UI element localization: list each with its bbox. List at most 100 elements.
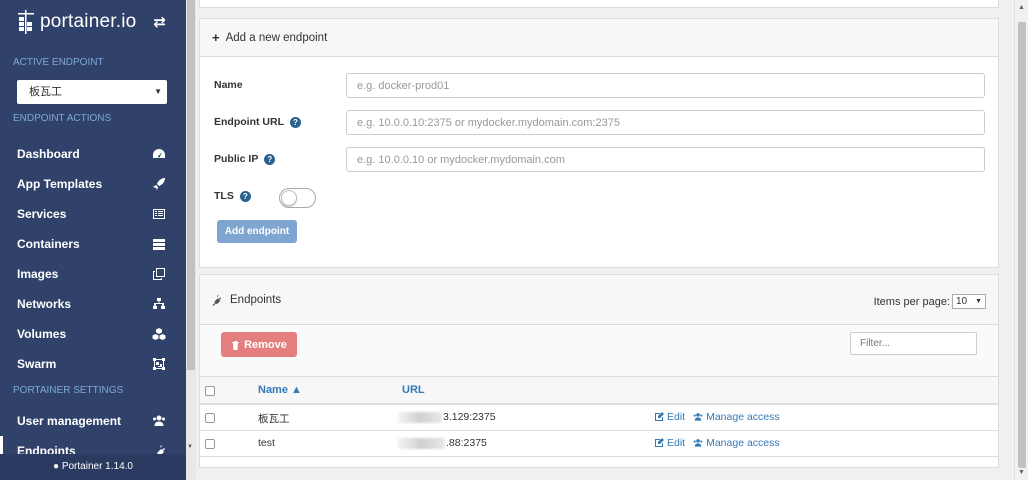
- sidebar-item-label: Volumes: [17, 327, 67, 341]
- row-checkbox[interactable]: [205, 439, 215, 449]
- scroll-down-arrow-icon[interactable]: ▼: [1018, 469, 1025, 476]
- trash-icon: [232, 340, 240, 350]
- items-per-page-select[interactable]: 10 ▼: [952, 294, 986, 309]
- sitemap-icon: [153, 298, 165, 309]
- object-group-icon: [153, 358, 165, 370]
- github-icon: ●: [53, 461, 60, 472]
- name-label: Name: [214, 79, 243, 91]
- edit-link[interactable]: Edit: [654, 437, 685, 449]
- question-circle-icon[interactable]: ?: [264, 153, 276, 165]
- manage-access-link[interactable]: Manage access: [693, 437, 780, 449]
- list-alt-icon: [153, 209, 165, 219]
- portainer-logo-icon: [18, 10, 34, 34]
- endpoint-name: test: [258, 437, 275, 449]
- plus-icon: +: [212, 30, 220, 45]
- sidebar-item-volumes[interactable]: Volumes: [0, 319, 186, 349]
- add-endpoint-button[interactable]: Add endpoint: [217, 220, 297, 243]
- redacted-blur: [398, 411, 442, 423]
- question-circle-icon[interactable]: ?: [239, 190, 251, 202]
- sidebar-item-label: Endpoints: [17, 444, 76, 454]
- add-endpoint-title: Add a new endpoint: [225, 31, 328, 44]
- sidebar-scroll-area[interactable]: portainer.io ⇄ ACTIVE ENDPOINT 板瓦工 ▼ END…: [0, 0, 186, 454]
- sidebar-item-dashboard[interactable]: Dashboard: [0, 139, 186, 169]
- endpoints-header: Endpoints Items per page: 10 ▼: [200, 275, 998, 325]
- endpoint-actions-heading: ENDPOINT ACTIONS: [13, 113, 112, 124]
- sort-asc-icon: ▲: [291, 384, 302, 396]
- active-endpoint-heading: ACTIVE ENDPOINT: [13, 57, 104, 68]
- row-actions: Edit Manage access: [654, 437, 788, 449]
- sidebar-item-label: Swarm: [17, 357, 57, 371]
- endpoints-title: Endpoints: [230, 293, 282, 306]
- endpoint-url: 3.129:2375: [398, 411, 496, 423]
- plug-icon: [212, 294, 222, 306]
- scroll-up-arrow-icon[interactable]: ▲: [1018, 4, 1025, 11]
- sidebar-item-app-templates[interactable]: App Templates: [0, 169, 186, 199]
- sidebar-item-services[interactable]: Services: [0, 199, 186, 229]
- public-ip-label: Public IP ?: [214, 153, 276, 165]
- exchange-icon[interactable]: ⇄: [153, 13, 166, 31]
- sidebar-scrollbar[interactable]: ▼: [186, 0, 196, 480]
- row-actions: Edit Manage access: [654, 411, 788, 423]
- remove-button[interactable]: Remove: [221, 332, 297, 357]
- table-row: test .88:2375 Edit Manage access: [200, 431, 998, 457]
- select-all-checkbox[interactable]: [205, 386, 215, 396]
- redacted-blur: [398, 437, 445, 449]
- public-ip-input[interactable]: [346, 147, 985, 172]
- sidebar-item-label: Images: [17, 267, 59, 281]
- edit-link[interactable]: Edit: [654, 411, 685, 423]
- portainer-settings-heading: PORTAINER SETTINGS: [13, 385, 124, 396]
- version-label: Portainer 1.14.0: [61, 461, 133, 472]
- items-per-page: Items per page: 10 ▼: [874, 294, 986, 309]
- column-header-url[interactable]: URL: [402, 384, 425, 396]
- cubes-icon: [152, 328, 166, 340]
- items-per-page-label: Items per page:: [873, 295, 950, 308]
- users-icon: [153, 415, 165, 426]
- sidebar-item-label: App Templates: [17, 177, 103, 191]
- page-scrollbar-thumb[interactable]: [1018, 22, 1026, 468]
- endpoint-url-label: Endpoint URL ?: [214, 116, 301, 128]
- question-circle-icon[interactable]: ?: [289, 116, 301, 128]
- page-scrollbar[interactable]: ▲ ▼: [1014, 0, 1028, 480]
- brand[interactable]: portainer.io ⇄: [0, 0, 186, 44]
- users-icon: [693, 413, 703, 421]
- edit-icon: [655, 412, 664, 421]
- endpoint-url-input[interactable]: [346, 110, 985, 135]
- row-checkbox[interactable]: [205, 413, 215, 423]
- server-icon: [153, 239, 165, 250]
- sidebar-item-label: Networks: [17, 297, 72, 311]
- active-endpoint-value: 板瓦工: [29, 86, 62, 98]
- sidebar-item-swarm[interactable]: Swarm: [0, 349, 186, 379]
- tls-label: TLS ?: [214, 188, 316, 208]
- sidebar-item-endpoints[interactable]: Endpoints: [0, 436, 186, 454]
- previous-panel-remnant: [199, 0, 999, 8]
- tls-toggle[interactable]: [279, 188, 316, 208]
- filter-input[interactable]: [850, 332, 977, 355]
- sidebar-item-user-management[interactable]: User management: [0, 406, 186, 436]
- tachometer-icon: [153, 149, 165, 158]
- name-input[interactable]: [346, 73, 985, 98]
- clone-icon: [153, 268, 165, 280]
- table-row: 板瓦工 3.129:2375 Edit Manage access: [200, 405, 998, 431]
- manage-access-link[interactable]: Manage access: [693, 411, 780, 423]
- plug-icon: [157, 445, 165, 454]
- sidebar-item-containers[interactable]: Containers: [0, 229, 186, 259]
- caret-down-icon: ▼: [154, 87, 162, 96]
- sidebar-scrollbar-thumb[interactable]: [187, 0, 195, 370]
- sidebar-item-images[interactable]: Images: [0, 259, 186, 289]
- toggle-knob: [281, 190, 297, 206]
- sidebar-item-label: User management: [17, 414, 122, 428]
- sidebar: portainer.io ⇄ ACTIVE ENDPOINT 板瓦工 ▼ END…: [0, 0, 186, 480]
- add-endpoint-header: + Add a new endpoint: [200, 19, 998, 57]
- table-header: Name ▲ URL: [200, 377, 998, 405]
- active-endpoint-select[interactable]: 板瓦工 ▼: [17, 80, 167, 104]
- scroll-down-arrow-icon[interactable]: ▼: [187, 444, 193, 450]
- sidebar-item-networks[interactable]: Networks: [0, 289, 186, 319]
- sidebar-item-label: Containers: [17, 237, 80, 251]
- users-icon: [693, 439, 703, 447]
- sidebar-item-label: Services: [17, 207, 67, 221]
- rocket-icon: [153, 178, 165, 190]
- column-header-name[interactable]: Name ▲: [258, 384, 302, 396]
- endpoints-panel: Endpoints Items per page: 10 ▼ Remove Na…: [199, 274, 999, 468]
- endpoint-name: 板瓦工: [258, 413, 290, 425]
- sidebar-footer: ● Portainer 1.14.0: [0, 454, 186, 480]
